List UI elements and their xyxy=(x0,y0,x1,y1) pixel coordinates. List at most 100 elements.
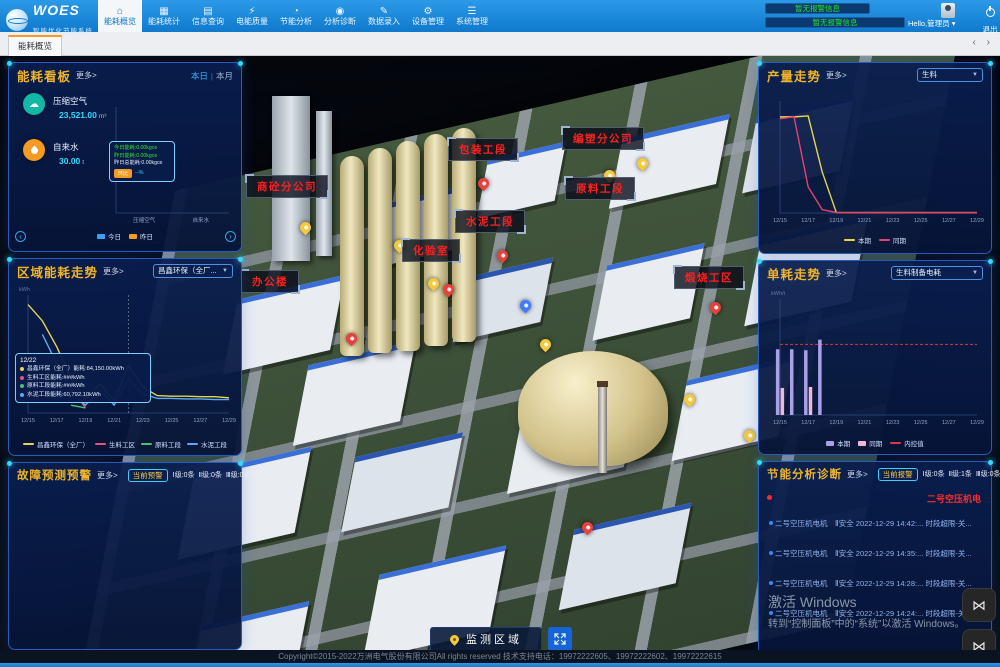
monitor-area-button[interactable]: 监测区域 xyxy=(430,627,542,651)
legend-item[interactable]: 原料工段 xyxy=(141,439,181,449)
logout-button[interactable]: 退出 xyxy=(980,4,1000,35)
app-window: WOES 智能优化节能系统 ⌂能耗概览▦能耗统计▤信息查询⚡电能质量◔节能分析◉… xyxy=(0,0,1000,667)
current-alarm-filter[interactable]: 当前报警 xyxy=(878,468,918,481)
legend-item[interactable]: 同期 xyxy=(858,438,882,448)
tab-energy-overview[interactable]: 能耗概览 xyxy=(8,35,62,56)
legend-item[interactable]: 同期 xyxy=(879,235,906,245)
nav-item-label: 节能分析 xyxy=(280,17,312,27)
pager-prev[interactable]: ‹ xyxy=(15,231,26,242)
nav-item-power-quality[interactable]: ⚡电能质量 xyxy=(230,0,274,32)
map-label-化验室[interactable]: 化验室 xyxy=(402,239,460,262)
svg-text:kWh/t: kWh/t xyxy=(771,291,786,297)
panel-title: 故障预测预警 xyxy=(17,467,92,483)
legend-swatch xyxy=(23,443,34,445)
series-dot xyxy=(20,367,24,371)
toggle-month[interactable]: 本月 xyxy=(216,71,233,81)
toggle-today[interactable]: 本日 xyxy=(191,71,208,81)
chimney xyxy=(598,381,607,473)
production-dropdown[interactable]: 生料▼ xyxy=(917,68,983,82)
user-avatar[interactable] xyxy=(941,3,955,18)
legend-item[interactable]: 生料工区 xyxy=(95,439,135,449)
tooltip-row: 生料工区能耗:###kWh xyxy=(20,374,146,383)
level-badge: Ⅰ级:0条 xyxy=(923,469,945,479)
tab-bar: 能耗概览 ‹ › xyxy=(0,32,1000,56)
tooltip-row: 原料工段能耗:###kWh xyxy=(20,382,146,391)
more-link[interactable]: 更多> xyxy=(826,268,847,279)
region-legend: 昌鑫环保（全厂） 生料工区原料工段水泥工段 xyxy=(9,439,241,449)
map-label-原料工段[interactable]: 原料工段 xyxy=(565,177,635,200)
tooltip-row: 昌鑫环保（全厂）能耗:84,150.00kWh xyxy=(20,365,146,374)
top-nav-bar: WOES 智能优化节能系统 ⌂能耗概览▦能耗统计▤信息查询⚡电能质量◔节能分析◉… xyxy=(0,0,1000,32)
legend-item[interactable]: 昨日 xyxy=(129,231,153,241)
alarm-row[interactable]: 二号空压机电机 Ⅱ安全 2022-12-29 14:28:... 时段超限-关.… xyxy=(769,578,985,589)
storage-dome xyxy=(518,351,668,466)
svg-text:kWh: kWh xyxy=(19,287,30,293)
warning-level-counts: Ⅰ级:0条Ⅱ级:0条Ⅲ级:0条 xyxy=(173,470,251,480)
nav-item-label: 能耗概览 xyxy=(104,17,136,27)
alarm-marquee: 二号空压机电 xyxy=(767,492,983,504)
alarm-ticker-2: 暂无报警信息 xyxy=(765,17,905,28)
nav-item-data-entry[interactable]: ✎数据录入 xyxy=(362,0,406,32)
map-label-编塑分公司[interactable]: 编塑分公司 xyxy=(562,127,644,150)
tab-scroll-arrows[interactable]: ‹ › xyxy=(973,37,994,48)
alarm-row[interactable]: 二号空压机电机 Ⅱ安全 2022-12-29 14:35:... 时段超限-关.… xyxy=(769,548,985,559)
legend-swatch xyxy=(97,234,105,239)
chevron-down-icon: ▼ xyxy=(222,265,228,277)
nav-item-diagnosis[interactable]: ◉分析诊断 xyxy=(318,0,362,32)
legend-item[interactable]: 昌鑫环保（全厂） xyxy=(23,439,89,449)
more-link[interactable]: 更多> xyxy=(826,70,847,81)
more-link[interactable]: 更多> xyxy=(97,470,118,481)
panel-title: 区域能耗走势 xyxy=(17,262,98,281)
svg-text:12/27: 12/27 xyxy=(942,218,956,224)
period-toggle: 本日|本月 xyxy=(191,66,233,84)
map-label-水泥工段[interactable]: 水泥工段 xyxy=(455,210,525,233)
region-tooltip: 12/22 昌鑫环保（全厂）能耗:84,150.00kWh生料工区能耗:###k… xyxy=(15,353,151,403)
data-entry-icon: ✎ xyxy=(380,6,388,17)
svg-text:12/19: 12/19 xyxy=(829,218,843,224)
legend-item[interactable]: 内控值 xyxy=(890,438,924,448)
capture-icon: ⋈ xyxy=(972,597,986,614)
nav-item-bar-chart[interactable]: ▦能耗统计 xyxy=(142,0,186,32)
more-link[interactable]: 更多> xyxy=(847,469,868,480)
series-dot xyxy=(20,376,24,380)
map-label-煅烧工区[interactable]: 煅烧工区 xyxy=(674,266,744,289)
nav-item-info-search[interactable]: ▤信息查询 xyxy=(186,0,230,32)
legend-item[interactable]: 本期 xyxy=(844,235,871,245)
metric-value: 30.00t xyxy=(59,156,84,166)
current-warning-filter[interactable]: 当前预警 xyxy=(128,469,168,482)
region-dropdown[interactable]: 昌鑫环保（全厂...▼ xyxy=(153,264,233,278)
diagnosis-icon: ◉ xyxy=(336,6,345,17)
level-badge: Ⅰ级:0条 xyxy=(173,470,195,480)
panel-title: 单耗走势 xyxy=(767,264,821,283)
device-manage-icon: ⚙ xyxy=(424,6,433,17)
user-menu[interactable]: Hello,管理员 ▾ xyxy=(908,18,956,29)
copyright-text: Copyright©2015-2022万洲电气股份有限公司All rights … xyxy=(278,651,721,662)
info-search-icon: ▤ xyxy=(203,6,212,17)
legend-swatch xyxy=(826,441,834,446)
nav-item-energy-analysis[interactable]: ◔节能分析 xyxy=(274,0,318,32)
legend-swatch xyxy=(890,442,901,444)
more-link[interactable]: 更多> xyxy=(76,70,97,81)
nav-item-home[interactable]: ⌂能耗概览 xyxy=(98,0,142,32)
alarm-row[interactable]: 二号空压机电机 Ⅱ安全 2022-12-29 14:42:... 时段超限-关.… xyxy=(769,518,985,529)
legend-item[interactable]: 水泥工段 xyxy=(187,439,227,449)
tooltip-line: 昨日能耗:0.00kgce xyxy=(114,153,170,161)
more-link[interactable]: 更多> xyxy=(103,266,124,277)
nav-item-system-manage[interactable]: ☰系统管理 xyxy=(450,0,494,32)
water-icon xyxy=(23,139,45,161)
nav-item-label: 能耗统计 xyxy=(148,17,180,27)
fullscreen-button[interactable] xyxy=(548,627,572,651)
panel-energy-board: 能耗看板 更多> 本日|本月 ☁压缩空气23,521.00m³自来水30.00t… xyxy=(8,62,242,252)
map-label-包装工段[interactable]: 包装工段 xyxy=(448,138,518,161)
map-label-商砼分公司[interactable]: 商砼分公司 xyxy=(246,175,328,198)
legend-item[interactable]: 今日 xyxy=(97,231,121,241)
legend-item[interactable]: 本期 xyxy=(826,438,850,448)
nav-item-device-manage[interactable]: ⚙设备管理 xyxy=(406,0,450,32)
alarm-row[interactable]: 二号空压机电机 Ⅱ安全 2022-12-29 14:24:... 时段超限-关.… xyxy=(769,608,985,619)
overlay-tool-button[interactable]: ⋈ xyxy=(962,588,996,622)
silo xyxy=(368,148,392,353)
map-label-办公楼[interactable]: 办公楼 xyxy=(241,270,299,293)
nav-item-label: 系统管理 xyxy=(456,17,488,27)
unit-consumption-dropdown[interactable]: 生料制备电耗▼ xyxy=(891,266,983,280)
pager-next[interactable]: › xyxy=(225,231,236,242)
